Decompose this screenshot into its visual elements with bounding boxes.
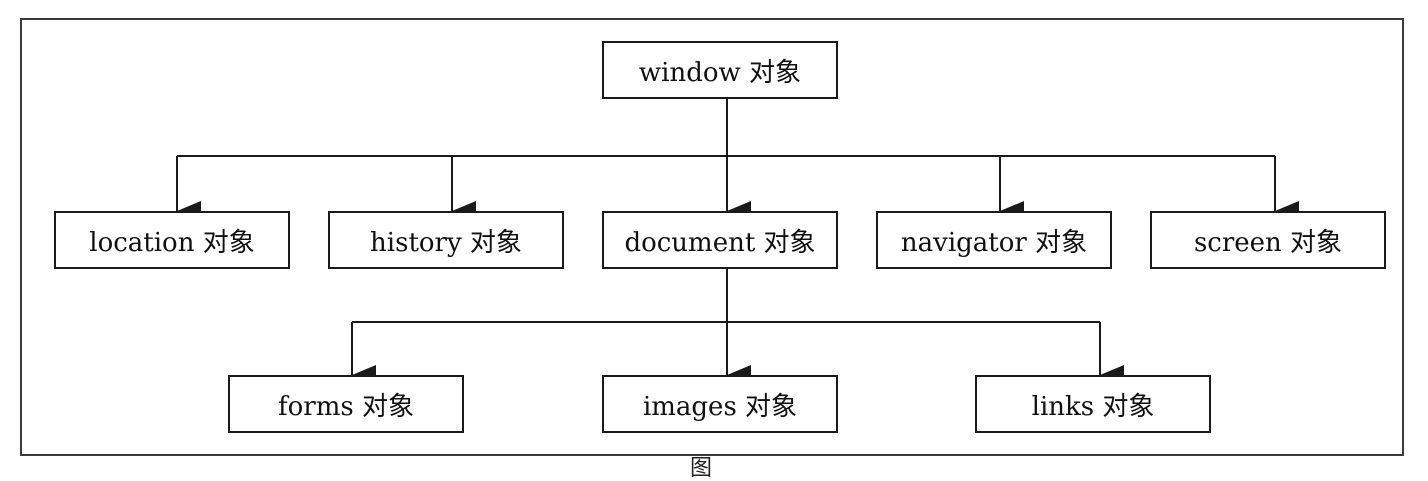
node-location: location 对象 [54, 211, 290, 269]
node-window: window 对象 [602, 41, 838, 99]
node-images-label: images 对象 [642, 391, 798, 422]
node-links-label: links 对象 [1031, 391, 1155, 422]
figure-caption: 图 [690, 456, 713, 481]
node-screen-label: screen 对象 [1193, 227, 1343, 258]
node-history-label: history 对象 [370, 227, 522, 258]
node-navigator: navigator 对象 [876, 211, 1112, 269]
node-window-label: window 对象 [638, 57, 802, 88]
node-links: links 对象 [975, 375, 1211, 433]
node-forms: forms 对象 [228, 375, 464, 433]
node-document-label: document 对象 [624, 227, 816, 258]
node-history: history 对象 [328, 211, 564, 269]
node-document: document 对象 [602, 211, 838, 269]
node-location-label: location 对象 [89, 227, 255, 258]
node-images: images 对象 [602, 375, 838, 433]
node-navigator-label: navigator 对象 [900, 227, 1088, 258]
node-forms-label: forms 对象 [278, 391, 414, 422]
node-screen: screen 对象 [1150, 211, 1386, 269]
